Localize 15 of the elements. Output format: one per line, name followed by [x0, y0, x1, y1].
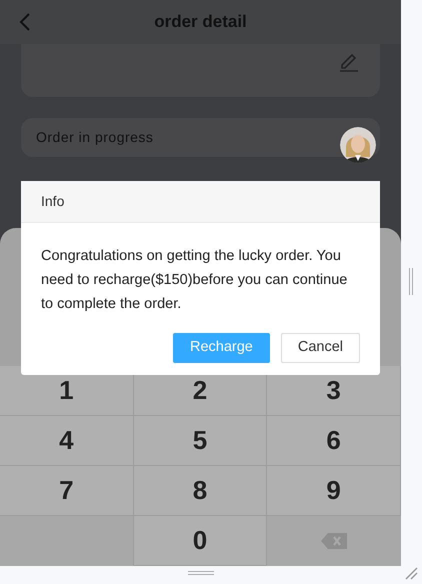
- keypad-key[interactable]: 4: [0, 416, 134, 466]
- keypad-key[interactable]: 5: [134, 416, 268, 466]
- dialog-title: Info: [41, 192, 64, 211]
- resize-grip-icon[interactable]: [404, 566, 418, 580]
- dialog-message: Congratulations on getting the lucky order. You need to recharge($150)before you can continue to complete the order.: [40, 247, 348, 314]
- backspace-icon: [321, 533, 348, 549]
- cancel-button[interactable]: Cancel: [280, 333, 360, 363]
- keypad-key[interactable]: 0: [134, 516, 268, 566]
- keypad-key[interactable]: 6: [267, 416, 401, 466]
- keypad-key[interactable]: 8: [134, 466, 268, 516]
- keypad-key[interactable]: 7: [0, 466, 134, 516]
- back-icon[interactable]: [19, 13, 31, 31]
- status-text: Order in progress: [36, 128, 154, 147]
- backspace-key[interactable]: [267, 516, 401, 566]
- keypad-key[interactable]: 9: [267, 466, 401, 516]
